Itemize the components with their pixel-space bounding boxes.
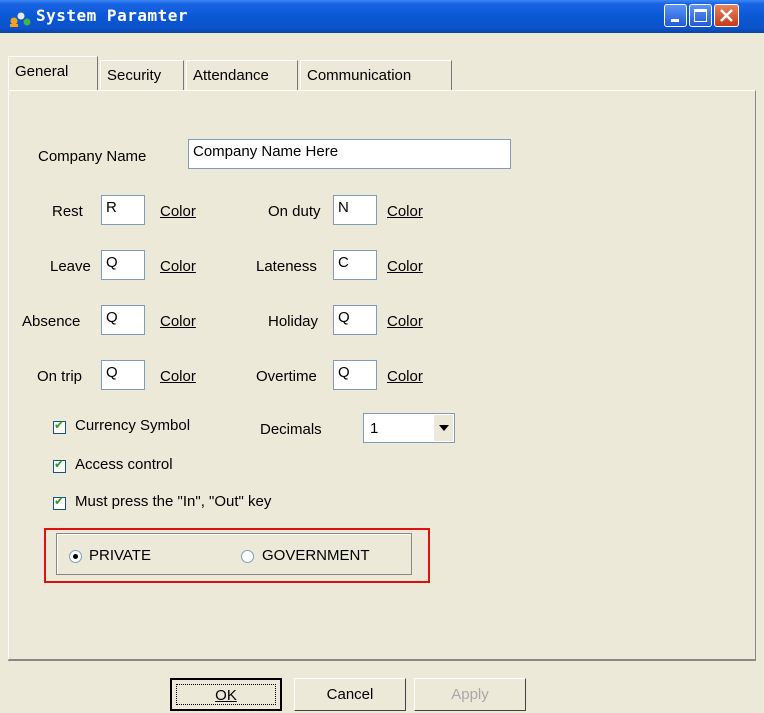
lateness-input[interactable]: C bbox=[333, 250, 377, 280]
focus-ring bbox=[176, 684, 276, 705]
app-icon bbox=[10, 12, 31, 27]
window-title: System Paramter bbox=[36, 6, 188, 25]
on-duty-color-link[interactable]: Color bbox=[387, 203, 423, 220]
minimize-icon bbox=[671, 19, 679, 22]
highlight-box bbox=[44, 528, 430, 583]
on-duty-label: On duty bbox=[268, 203, 321, 220]
currency-symbol-checkbox[interactable] bbox=[53, 418, 66, 434]
title-bar[interactable]: System Paramter bbox=[0, 0, 764, 33]
company-name-label: Company Name bbox=[38, 148, 147, 165]
must-press-label: Must press the "In", "Out" key bbox=[75, 493, 272, 510]
overtime-color-link[interactable]: Color bbox=[387, 368, 423, 385]
currency-symbol-label: Currency Symbol bbox=[75, 417, 191, 434]
on-duty-input[interactable]: N bbox=[333, 195, 377, 225]
holiday-input[interactable]: Q bbox=[333, 305, 377, 335]
decimals-select[interactable]: 1 bbox=[363, 413, 455, 443]
rest-color-link[interactable]: Color bbox=[160, 203, 196, 220]
on-trip-input[interactable]: Q bbox=[101, 360, 145, 390]
maximize-button[interactable] bbox=[689, 4, 712, 27]
system-parameter-window: System Paramter General Security Attenda… bbox=[0, 0, 764, 713]
company-name-input[interactable]: Company Name Here bbox=[188, 139, 511, 169]
overtime-label: Overtime bbox=[256, 368, 317, 385]
cancel-button[interactable]: Cancel bbox=[294, 678, 406, 711]
leave-label: Leave bbox=[50, 258, 91, 275]
access-control-label: Access control bbox=[75, 456, 173, 473]
tab-communication[interactable]: Communication bbox=[300, 60, 452, 90]
tab-security[interactable]: Security bbox=[100, 60, 184, 90]
absence-color-link[interactable]: Color bbox=[160, 313, 196, 330]
leave-color-link[interactable]: Color bbox=[160, 258, 196, 275]
lateness-color-link[interactable]: Color bbox=[387, 258, 423, 275]
ok-button[interactable]: OK bbox=[170, 678, 282, 711]
decimals-value: 1 bbox=[370, 420, 379, 437]
close-button[interactable] bbox=[714, 4, 739, 27]
apply-label: Apply bbox=[451, 686, 489, 703]
minimize-button[interactable] bbox=[664, 4, 687, 27]
absence-input[interactable]: Q bbox=[101, 305, 145, 335]
chevron-down-icon[interactable] bbox=[433, 415, 453, 441]
access-control-checkbox[interactable] bbox=[53, 457, 66, 473]
on-trip-color-link[interactable]: Color bbox=[160, 368, 196, 385]
close-icon bbox=[720, 9, 733, 22]
rest-input[interactable]: R bbox=[101, 195, 145, 225]
must-press-checkbox[interactable] bbox=[53, 494, 66, 510]
leave-input[interactable]: Q bbox=[101, 250, 145, 280]
tab-general[interactable]: General bbox=[8, 56, 98, 90]
tab-attendance[interactable]: Attendance bbox=[186, 60, 298, 90]
divider bbox=[8, 660, 756, 661]
maximize-icon bbox=[694, 9, 707, 22]
cancel-label: Cancel bbox=[326, 686, 374, 703]
on-trip-label: On trip bbox=[37, 368, 83, 385]
holiday-label: Holiday bbox=[268, 313, 319, 330]
lateness-label: Lateness bbox=[256, 258, 317, 275]
overtime-input[interactable]: Q bbox=[333, 360, 377, 390]
apply-button[interactable]: Apply bbox=[414, 678, 526, 711]
absence-label: Absence bbox=[22, 313, 81, 330]
decimals-label: Decimals bbox=[260, 421, 322, 438]
rest-label: Rest bbox=[52, 203, 83, 220]
holiday-color-link[interactable]: Color bbox=[387, 313, 423, 330]
